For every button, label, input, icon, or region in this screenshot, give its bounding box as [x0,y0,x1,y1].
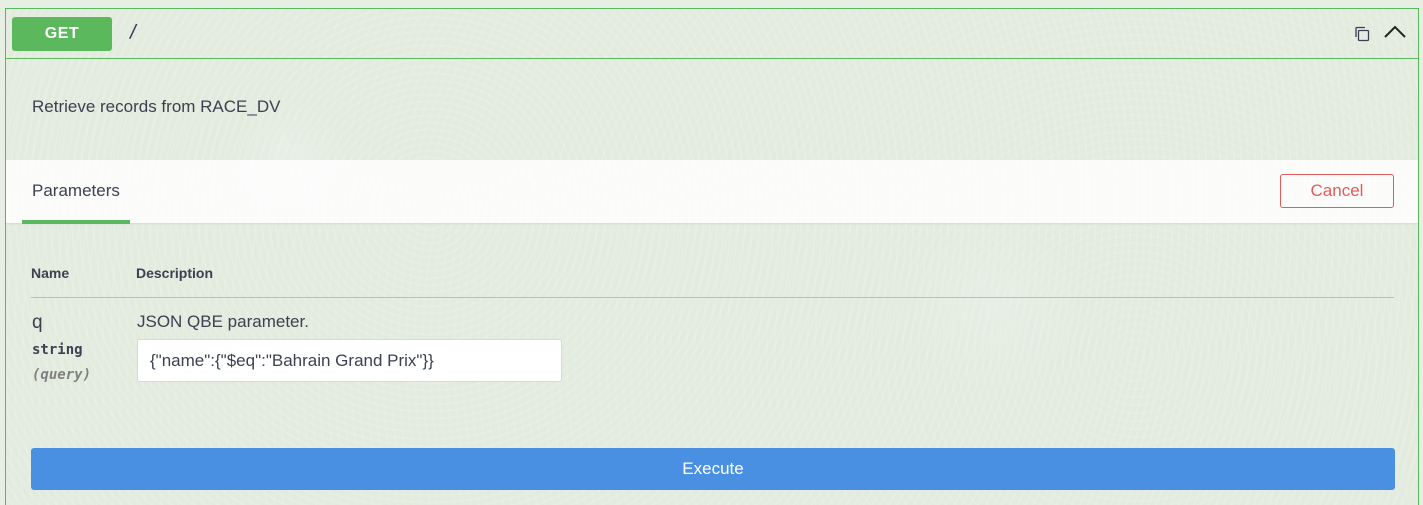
tab-parameters-label: Parameters [32,181,120,200]
parameter-q-input[interactable] [137,339,562,382]
parameters-header: Parameters Cancel [6,160,1418,224]
column-name-header: Name [31,265,70,281]
cancel-button[interactable]: Cancel [1280,174,1394,208]
operation-block: GET / Retrieve records from RACE_DV Para… [5,8,1419,505]
parameters-table-header: Name Description [31,265,1394,298]
operation-description: Retrieve records from RACE_DV [32,97,281,116]
operation-summary[interactable]: GET / [6,9,1418,59]
method-badge: GET [12,17,112,51]
parameter-location: (query) [32,367,92,383]
operation-path: / [128,21,139,42]
parameter-type: string [32,342,83,358]
execute-button[interactable]: Execute [31,448,1395,490]
column-description-header: Description [136,265,214,281]
tab-parameters[interactable]: Parameters [22,160,130,224]
parameter-name: q [32,312,43,333]
chevron-up-icon[interactable] [1384,24,1406,40]
parameter-description: JSON QBE parameter. [137,312,309,331]
copy-icon[interactable] [1354,26,1370,42]
